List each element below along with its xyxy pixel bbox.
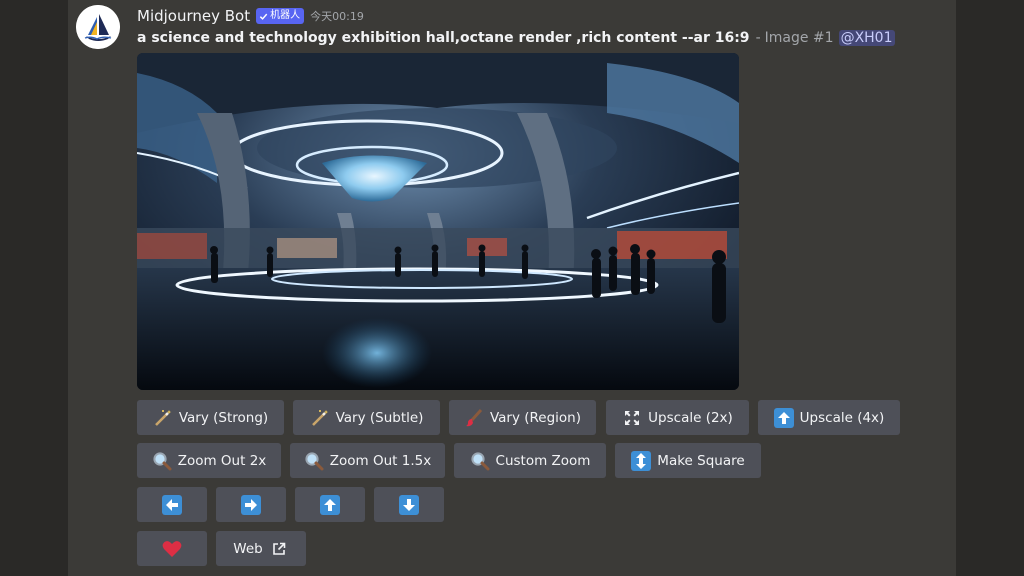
upscale-4x-label: Upscale (4x) — [799, 409, 885, 426]
bot-name[interactable]: Midjourney Bot — [137, 7, 250, 25]
web-link-button[interactable]: Web — [216, 531, 306, 566]
avatar[interactable] — [76, 5, 120, 49]
up-arrow-box-icon — [773, 407, 794, 428]
generated-image[interactable] — [137, 53, 739, 390]
vary-region-button[interactable]: Vary (Region) — [449, 400, 596, 435]
letterbox-left — [0, 0, 68, 576]
magic-wand-icon — [310, 408, 330, 428]
prompt-text: a science and technology exhibition hall… — [137, 30, 750, 46]
up-arrow-icon — [320, 494, 340, 515]
magnifier-icon — [152, 451, 172, 471]
down-arrow-icon — [399, 494, 419, 515]
upscale-2x-button[interactable]: Upscale (2x) — [606, 400, 749, 435]
make-square-button[interactable]: Make Square — [615, 443, 761, 478]
bot-badge: 机器人 — [256, 8, 305, 24]
image-number: Image #1 — [764, 30, 834, 46]
magnifier-icon — [304, 451, 324, 471]
letterbox-right — [956, 0, 1024, 576]
zoom-out-2x-label: Zoom Out 2x — [177, 452, 267, 469]
right-arrow-icon — [241, 494, 261, 515]
magnifier-icon — [470, 451, 490, 471]
make-square-label: Make Square — [657, 452, 745, 469]
vary-subtle-label: Vary (Subtle) — [335, 409, 424, 426]
pan-up-button[interactable] — [295, 487, 365, 522]
badge-label: 机器人 — [270, 10, 301, 21]
web-label: Web — [233, 540, 263, 557]
upscale-4x-button[interactable]: Upscale (4x) — [758, 400, 900, 435]
zoom-out-1-5x-label: Zoom Out 1.5x — [329, 452, 432, 469]
prompt-line: a science and technology exhibition hall… — [137, 28, 895, 48]
user-mention[interactable]: @XH01 — [838, 30, 895, 46]
zoom-out-2x-button[interactable]: Zoom Out 2x — [137, 443, 281, 478]
sailboat-logo-icon — [76, 5, 120, 49]
chat-message: Midjourney Bot 机器人 今天00:19 a science and… — [68, 0, 956, 576]
custom-zoom-button[interactable]: Custom Zoom — [454, 443, 606, 478]
checkmark-icon — [259, 13, 268, 20]
pan-down-button[interactable] — [374, 487, 444, 522]
left-arrow-icon — [162, 494, 182, 515]
pan-right-button[interactable] — [216, 487, 286, 522]
external-link-icon — [269, 539, 289, 559]
vary-subtle-button[interactable]: Vary (Subtle) — [293, 400, 440, 435]
paintbrush-icon — [464, 408, 484, 428]
magic-wand-icon — [153, 408, 173, 428]
pan-left-button[interactable] — [137, 487, 207, 522]
upscale-2x-label: Upscale (2x) — [648, 409, 733, 426]
vary-strong-button[interactable]: Vary (Strong) — [137, 400, 284, 435]
favorite-button[interactable] — [137, 531, 207, 566]
message-header: Midjourney Bot 机器人 今天00:19 — [137, 5, 364, 27]
expand-arrows-icon — [622, 408, 642, 428]
timestamp: 今天00:19 — [310, 10, 364, 23]
separator: - — [755, 30, 761, 46]
vary-region-label: Vary (Region) — [489, 409, 582, 426]
vary-strong-label: Vary (Strong) — [178, 409, 269, 426]
zoom-out-1-5x-button[interactable]: Zoom Out 1.5x — [290, 443, 445, 478]
up-down-arrow-icon — [631, 450, 652, 471]
custom-zoom-label: Custom Zoom — [495, 452, 591, 469]
heart-icon — [162, 539, 182, 559]
exhibition-hall-image — [137, 53, 739, 390]
